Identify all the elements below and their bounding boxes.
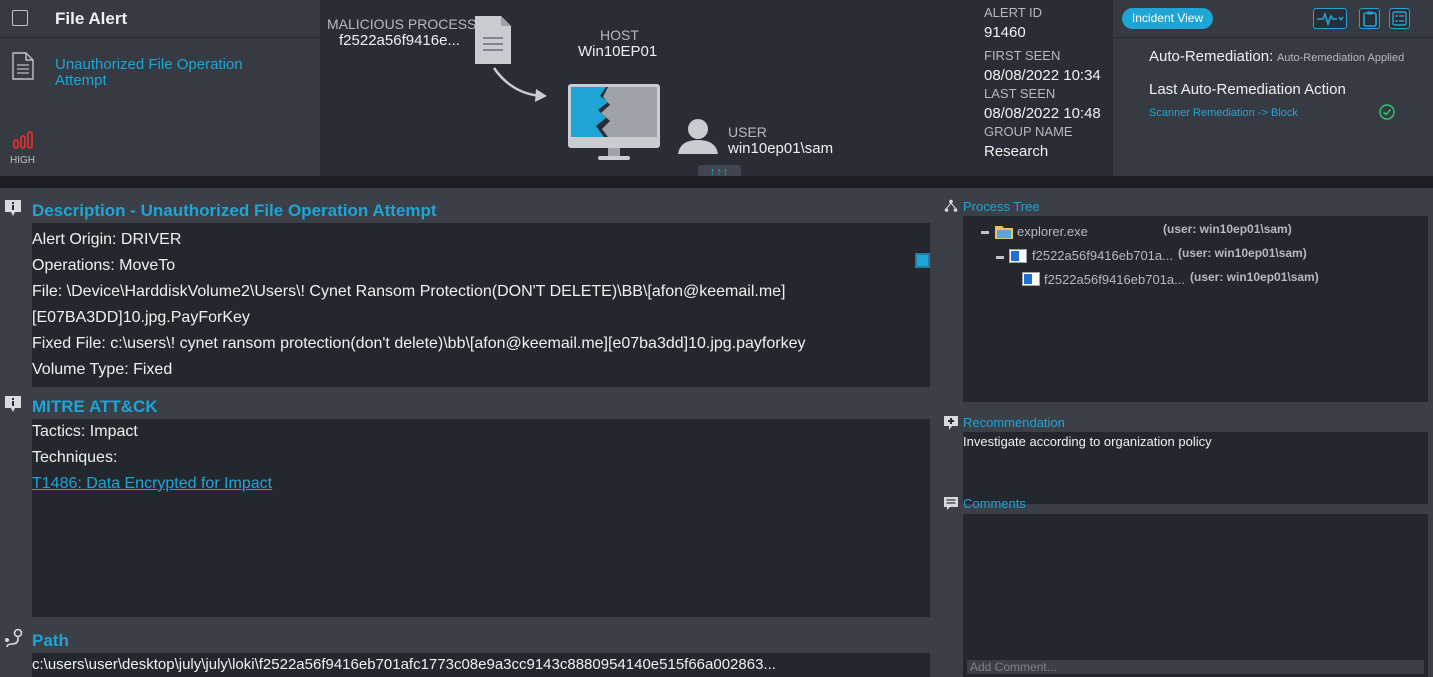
activity-button[interactable] bbox=[1313, 8, 1347, 29]
mitre-title: MITRE ATT&CK bbox=[32, 397, 158, 416]
alert-type-title: File Alert bbox=[55, 9, 128, 28]
incident-view-button[interactable]: Incident View bbox=[1122, 8, 1213, 29]
recommendation-title: Recommendation bbox=[963, 415, 1065, 430]
clipboard-button[interactable] bbox=[1359, 8, 1380, 29]
mitre-techniques-label: Techniques: bbox=[32, 449, 118, 466]
description-line: Volume Type: Fixed bbox=[32, 361, 173, 378]
mitre-box bbox=[32, 419, 930, 617]
process-tree-title: Process Tree bbox=[963, 199, 1040, 214]
process-tree-user: (user: win10ep01\sam) bbox=[1178, 246, 1307, 260]
flow-arrow-icon bbox=[492, 67, 547, 102]
last-action-value[interactable]: Scanner Remediation -> Block bbox=[1149, 107, 1298, 119]
first-seen-label: FIRST SEEN bbox=[984, 48, 1061, 63]
path-value: c:\users\user\desktop\july\july\loki\f25… bbox=[32, 656, 776, 673]
malicious-process-label: MALICIOUS PROCESS bbox=[327, 16, 477, 32]
process-tree-node[interactable]: explorer.exe bbox=[1017, 224, 1088, 239]
process-tree-node[interactable]: f2522a56f9416eb701a... bbox=[1032, 248, 1173, 263]
alert-summary-panel: File Alert Unauthorized File Operation A… bbox=[0, 0, 320, 176]
recommendation-text: Investigate according to organization po… bbox=[963, 434, 1212, 449]
alert-name-link[interactable]: Unauthorized File Operation Attempt bbox=[55, 57, 255, 89]
description-line: Alert Origin: DRIVER bbox=[32, 231, 182, 248]
user-label: USER bbox=[728, 124, 767, 140]
malicious-process-value[interactable]: f2522a56f9416e... bbox=[339, 32, 460, 49]
mitre-tactics: Tactics: Impact bbox=[32, 423, 138, 440]
info-icon bbox=[5, 396, 21, 412]
process-window-icon bbox=[1022, 272, 1040, 286]
comments-title: Comments bbox=[963, 496, 1026, 511]
description-line: File: \Device\HarddiskVolume2\Users\! Cy… bbox=[32, 283, 786, 300]
alert-title-bar: File Alert bbox=[0, 0, 320, 38]
comments-icon bbox=[944, 497, 958, 510]
header-separator bbox=[0, 176, 1433, 188]
description-title: Description - Unauthorized File Operatio… bbox=[32, 201, 437, 220]
remediation-panel: Incident View Auto-Remediation: Auto-Rem… bbox=[1113, 0, 1433, 176]
clipboard-icon bbox=[1362, 11, 1377, 27]
user-icon bbox=[678, 119, 718, 154]
description-line: Operations: MoveTo bbox=[32, 257, 176, 274]
scroll-marker[interactable] bbox=[915, 253, 930, 268]
collapse-toggle[interactable] bbox=[996, 256, 1004, 259]
host-label: HOST bbox=[600, 27, 639, 43]
comments-box bbox=[963, 514, 1428, 677]
last-seen-label: LAST SEEN bbox=[984, 86, 1056, 101]
auto-remediation-label: Auto-Remediation: bbox=[1149, 48, 1274, 65]
alert-header: File Alert Unauthorized File Operation A… bbox=[0, 0, 1433, 181]
group-name-value: Research bbox=[984, 143, 1049, 160]
description-line: Fixed File: c:\users\! cynet ransom prot… bbox=[32, 335, 806, 352]
alert-info-panel: ALERT ID 91460 FIRST SEEN 08/08/2022 10:… bbox=[975, 0, 1113, 176]
process-tree-icon bbox=[944, 199, 958, 212]
process-tree-node[interactable]: f2522a56f9416eb701a... bbox=[1044, 272, 1185, 287]
first-seen-value: 08/08/2022 10:34 bbox=[984, 67, 1101, 84]
folder-icon bbox=[995, 226, 1013, 239]
list-icon bbox=[1392, 11, 1407, 26]
details-list-button[interactable] bbox=[1389, 8, 1410, 29]
collapse-toggle[interactable] bbox=[981, 231, 989, 234]
process-tree-user: (user: win10ep01\sam) bbox=[1163, 222, 1292, 236]
severity-bars-icon bbox=[13, 131, 33, 149]
description-line: [E07BA3DD]10.jpg.PayForKey bbox=[32, 309, 250, 326]
comment-input[interactable]: Add Comment... bbox=[967, 660, 1424, 674]
process-tree-user: (user: win10ep01\sam) bbox=[1190, 270, 1319, 284]
severity-label: HIGH bbox=[10, 155, 35, 166]
mitre-technique-link[interactable]: T1486: Data Encrypted for Impact bbox=[32, 475, 272, 493]
document-icon bbox=[12, 52, 34, 80]
host-value[interactable]: Win10EP01 bbox=[578, 43, 657, 60]
auto-remediation-value: Auto-Remediation Applied bbox=[1277, 52, 1405, 64]
info-icon bbox=[5, 200, 21, 216]
last-seen-value: 08/08/2022 10:48 bbox=[984, 105, 1101, 122]
process-window-icon bbox=[1009, 249, 1027, 263]
activity-icon bbox=[1317, 11, 1344, 26]
process-file-icon bbox=[475, 16, 511, 64]
select-alert-checkbox[interactable] bbox=[12, 10, 28, 26]
process-tree-box bbox=[963, 216, 1428, 402]
check-circle-icon bbox=[1379, 104, 1395, 120]
alert-entities-panel: MALICIOUS PROCESS f2522a56f9416e... HOST… bbox=[320, 0, 975, 181]
recommendation-icon bbox=[944, 416, 958, 430]
panel-divider bbox=[1113, 37, 1433, 38]
group-name-label: GROUP NAME bbox=[984, 124, 1073, 139]
path-title: Path bbox=[32, 631, 69, 650]
alert-id-value: 91460 bbox=[984, 24, 1026, 41]
last-action-label: Last Auto-Remediation Action bbox=[1149, 81, 1346, 98]
monitor-icon bbox=[568, 84, 660, 160]
user-value[interactable]: win10ep01\sam bbox=[728, 140, 833, 157]
alert-id-label: ALERT ID bbox=[984, 5, 1043, 20]
path-icon bbox=[5, 628, 23, 648]
